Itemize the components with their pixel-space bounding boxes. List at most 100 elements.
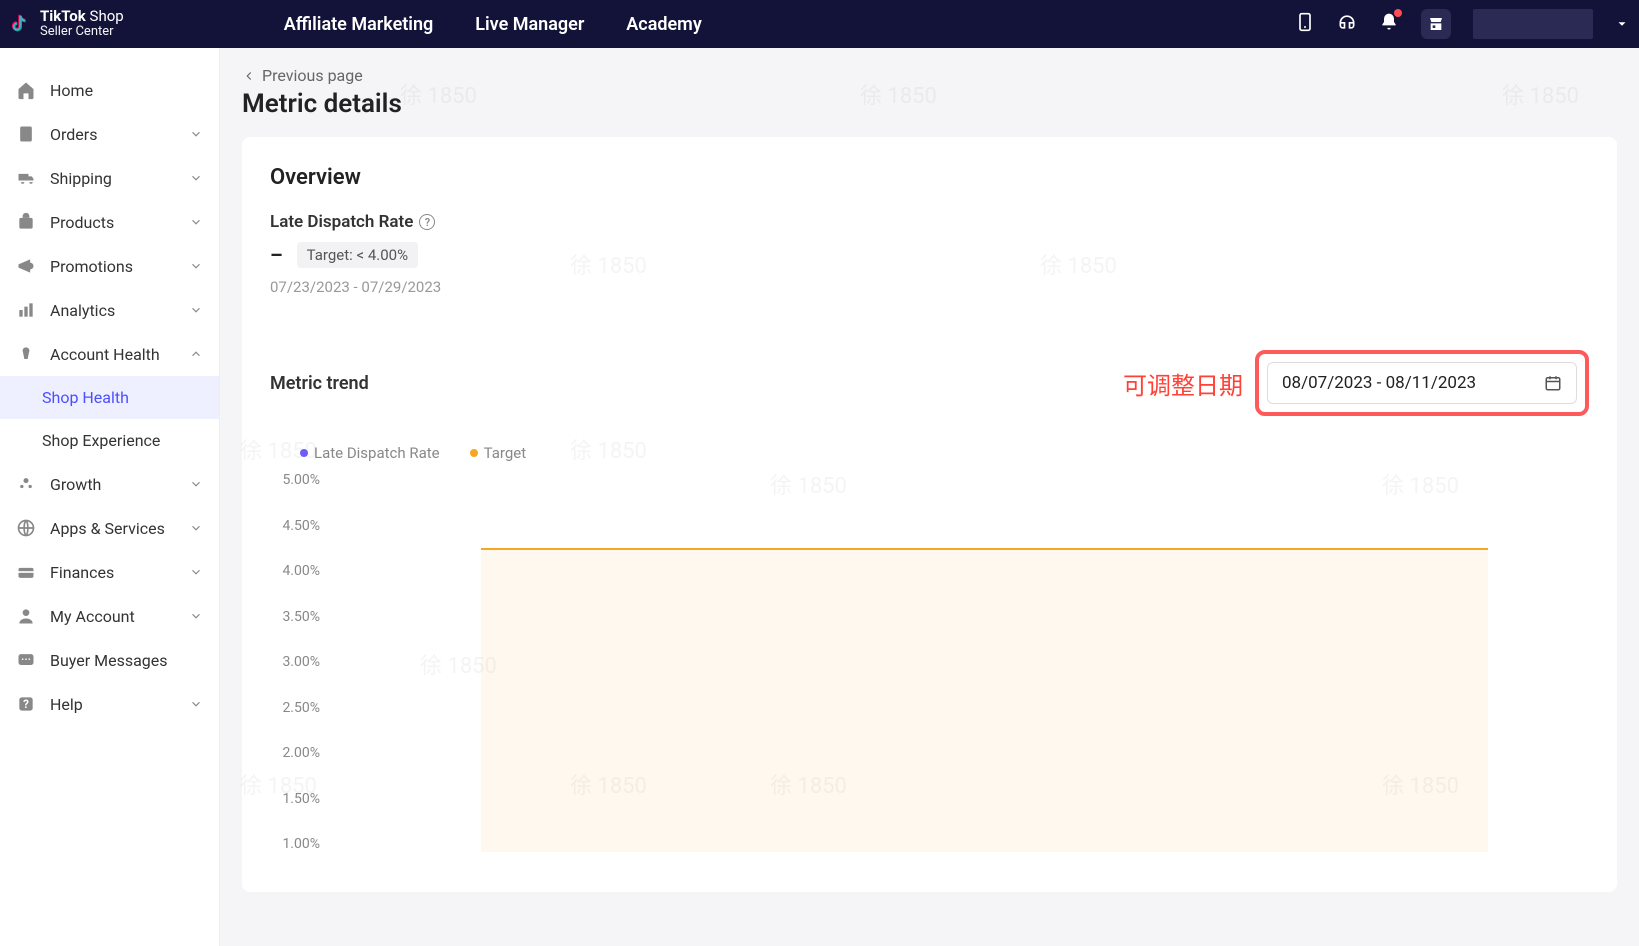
metric-value: – (270, 243, 283, 267)
legend-late-dispatch-rate[interactable]: Late Dispatch Rate (300, 444, 440, 462)
date-range-picker[interactable]: 08/07/2023 - 08/11/2023 (1267, 362, 1577, 404)
chart-legend: Late Dispatch Rate Target (300, 444, 1589, 462)
profile-menu[interactable] (1473, 9, 1593, 39)
sidebar-item-products[interactable]: Products (0, 200, 219, 244)
sidebar-label: My Account (50, 607, 189, 626)
mobile-icon (1295, 12, 1315, 32)
chevron-down-icon (189, 171, 203, 185)
notification-badge (1394, 9, 1402, 17)
sidebar-item-buyer-messages[interactable]: Buyer Messages (0, 638, 219, 682)
trend-heading: Metric trend (270, 373, 369, 394)
sidebar-subitem-shop-experience[interactable]: Shop Experience (42, 419, 219, 462)
sidebar-label: Orders (50, 125, 189, 144)
sidebar-label: Products (50, 213, 189, 232)
y-tick: 3.00% (282, 654, 320, 670)
sidebar-item-finances[interactable]: Finances (0, 550, 219, 594)
topnav-affiliate-marketing[interactable]: Affiliate Marketing (284, 14, 434, 35)
home-icon (16, 80, 36, 100)
topbar: TikTok Shop Seller Center Affiliate Mark… (0, 0, 1639, 48)
chart: 5.00% 4.50% 4.00% 3.50% 3.00% 2.50% 2.00… (270, 472, 1589, 852)
sidebar-item-promotions[interactable]: Promotions (0, 244, 219, 288)
sidebar-label: Buyer Messages (50, 651, 203, 670)
chevron-down-icon (189, 477, 203, 491)
y-tick: 4.00% (282, 563, 320, 579)
messages-icon (16, 650, 36, 670)
sidebar-item-apps-services[interactable]: Apps & Services (0, 506, 219, 550)
sidebar-item-account-health[interactable]: Account Health (0, 332, 219, 376)
trend-header: Metric trend 可调整日期 08/07/2023 - 08/11/20… (270, 350, 1589, 416)
sidebar-item-growth[interactable]: Growth (0, 462, 219, 506)
y-tick: 1.00% (282, 836, 320, 852)
chevron-down-icon (189, 697, 203, 711)
topnav-live-manager[interactable]: Live Manager (475, 14, 584, 35)
notifications-button[interactable] (1379, 12, 1399, 36)
topbar-right (1295, 9, 1629, 39)
sidebar-label: Analytics (50, 301, 189, 320)
overview-heading: Overview (270, 165, 1589, 190)
info-icon[interactable]: ? (419, 214, 435, 230)
sidebar-label: Help (50, 695, 189, 714)
orders-icon (16, 124, 36, 144)
brand-text: TikTok Shop Seller Center (40, 9, 124, 38)
tiktok-logo-icon (10, 13, 32, 35)
headset-icon (1337, 12, 1357, 32)
analytics-icon (16, 300, 36, 320)
y-tick: 4.50% (282, 518, 320, 534)
chevron-up-icon (189, 347, 203, 361)
metric-value-row: – Target: < 4.00% (270, 242, 1589, 268)
support-icon-button[interactable] (1337, 12, 1357, 36)
sidebar-item-help[interactable]: ? Help (0, 682, 219, 726)
chevron-down-icon (189, 259, 203, 273)
sidebar-item-shipping[interactable]: Shipping (0, 156, 219, 200)
calendar-icon (1544, 374, 1562, 392)
account-health-icon (16, 344, 36, 364)
sidebar-label: Growth (50, 475, 189, 494)
sidebar-subitem-shop-health[interactable]: Shop Health (0, 376, 219, 419)
sidebar-item-home[interactable]: Home (0, 68, 219, 112)
promotions-icon (16, 256, 36, 276)
chevron-down-icon (189, 521, 203, 535)
sidebar-label: Home (50, 81, 203, 100)
sidebar-item-orders[interactable]: Orders (0, 112, 219, 156)
legend-target[interactable]: Target (470, 444, 527, 462)
target-line (481, 548, 1488, 550)
legend-label: Late Dispatch Rate (314, 444, 440, 462)
sidebar: Home Orders Shipping Products Promotions… (0, 48, 220, 946)
annotation-adjustable-date: 可调整日期 (1123, 366, 1243, 401)
sidebar-item-my-account[interactable]: My Account (0, 594, 219, 638)
main-content: 徐 1850 徐 1850 徐 1850 徐 1850 徐 1850 徐 185… (220, 48, 1639, 946)
mobile-icon-button[interactable] (1295, 12, 1315, 36)
chevron-left-icon (242, 69, 256, 83)
metric-card: Overview Late Dispatch Rate ? – Target: … (242, 137, 1617, 892)
breadcrumb-previous[interactable]: Previous page (242, 66, 1617, 85)
legend-dot-icon (300, 449, 308, 457)
finances-icon (16, 562, 36, 582)
svg-text:?: ? (23, 697, 29, 711)
sidebar-label: Promotions (50, 257, 189, 276)
chevron-down-icon (1615, 17, 1629, 31)
store-icon (1428, 16, 1444, 32)
top-navigation: Affiliate Marketing Live Manager Academy (154, 14, 702, 35)
y-tick: 3.50% (282, 609, 320, 625)
my-account-icon (16, 606, 36, 626)
chevron-down-icon (189, 565, 203, 579)
store-avatar-button[interactable] (1421, 9, 1451, 39)
sidebar-submenu-account-health: Shop Health Shop Experience (0, 376, 219, 462)
overview-date-range: 07/23/2023 - 07/29/2023 (270, 278, 1589, 296)
chevron-down-icon (189, 215, 203, 229)
metric-name-row: Late Dispatch Rate ? (270, 212, 1589, 232)
page-title: Metric details (242, 89, 1617, 119)
help-icon: ? (16, 694, 36, 714)
brand-logo-area[interactable]: TikTok Shop Seller Center (0, 9, 154, 38)
growth-icon (16, 474, 36, 494)
y-tick: 1.50% (282, 791, 320, 807)
chart-plot-area (330, 472, 1589, 852)
shipping-icon (16, 168, 36, 188)
y-tick: 2.50% (282, 700, 320, 716)
chevron-down-icon (189, 127, 203, 141)
y-tick: 5.00% (282, 472, 320, 488)
sidebar-item-analytics[interactable]: Analytics (0, 288, 219, 332)
topnav-academy[interactable]: Academy (626, 14, 701, 35)
target-pill: Target: < 4.00% (297, 242, 418, 268)
target-fill-area (481, 548, 1488, 852)
